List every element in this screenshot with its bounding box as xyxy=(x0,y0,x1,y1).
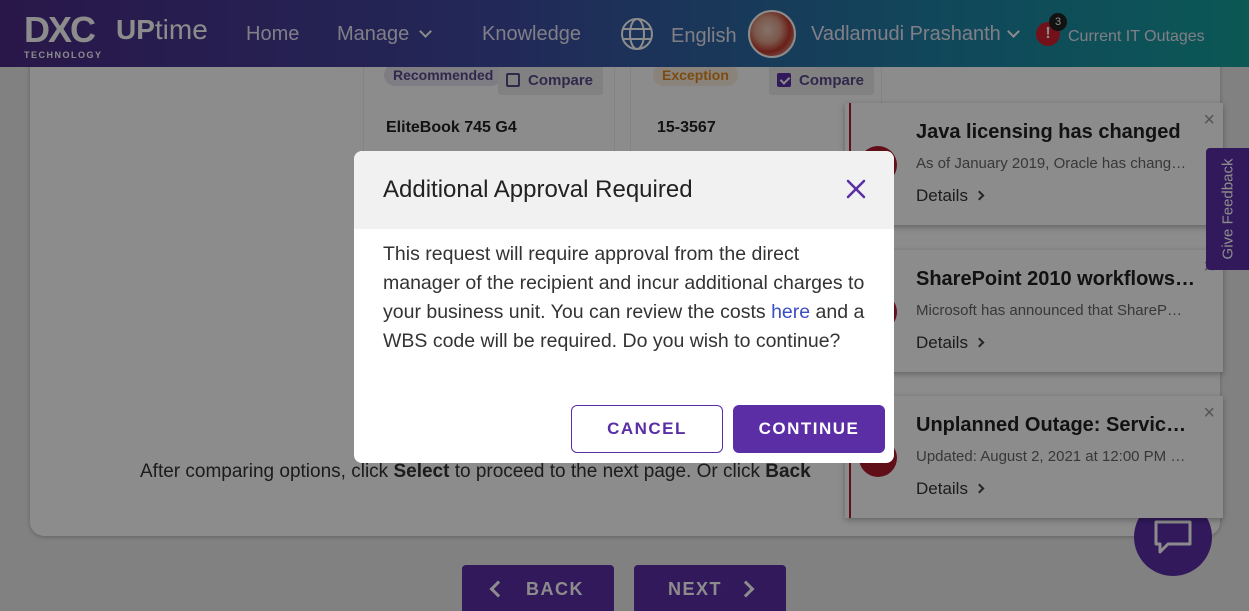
dialog-message: This request will require approval from … xyxy=(383,240,869,356)
continue-button[interactable]: CONTINUE xyxy=(733,405,885,453)
approval-dialog: Additional Approval Required This reques… xyxy=(354,151,894,463)
dialog-title: Additional Approval Required xyxy=(383,176,693,203)
review-costs-link[interactable]: here xyxy=(771,301,810,323)
close-icon[interactable] xyxy=(844,177,868,201)
cancel-button[interactable]: CANCEL xyxy=(571,405,723,453)
dialog-header: Additional Approval Required xyxy=(354,151,894,229)
